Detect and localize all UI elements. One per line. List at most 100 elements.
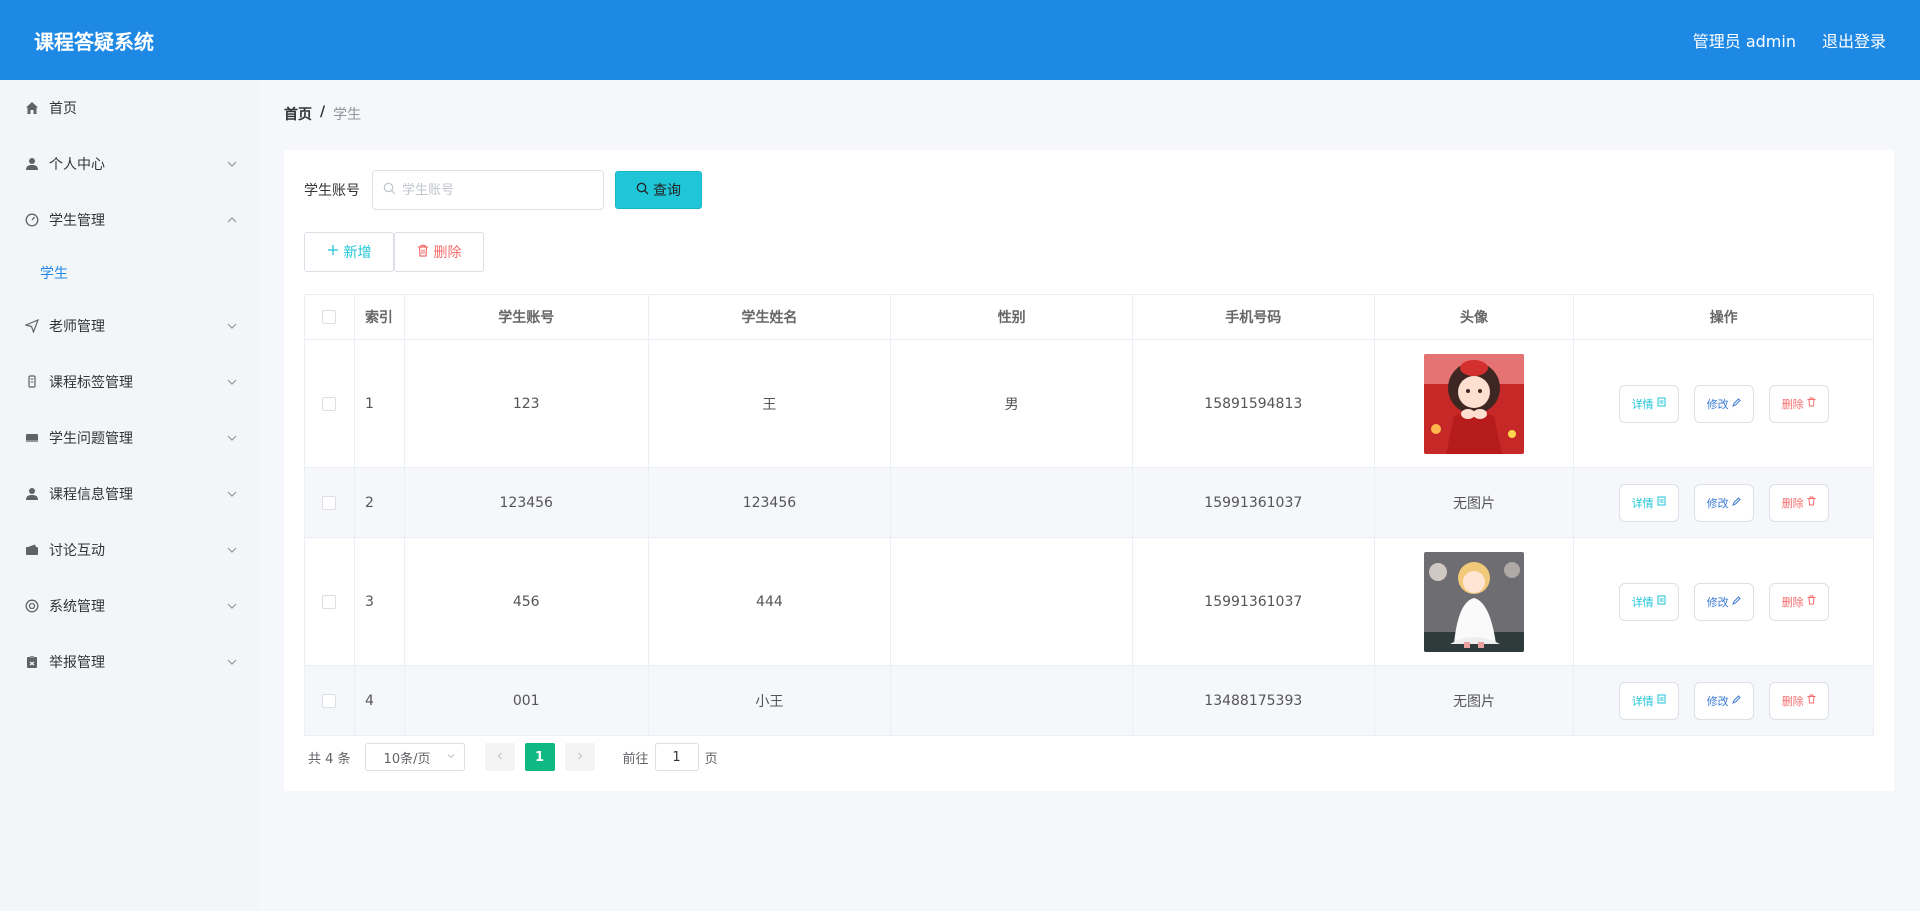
pencil-icon <box>1731 595 1741 608</box>
header-avatar: 头像 <box>1375 295 1575 339</box>
detail-button[interactable]: 详情 <box>1618 681 1679 720</box>
detail-button[interactable]: 详情 <box>1618 582 1679 621</box>
prev-page-button[interactable] <box>484 743 515 771</box>
row-checkbox[interactable] <box>322 396 337 411</box>
sidebar-item-label: 系统管理 <box>49 599 105 615</box>
app-title: 课程答疑系统 <box>34 29 154 54</box>
detail-label: 详情 <box>1631 595 1654 609</box>
cell-phone: 13488175393 <box>1133 666 1375 735</box>
sidebar-item-system-mgmt[interactable]: 系统管理 <box>0 578 258 634</box>
document-icon <box>1657 694 1666 707</box>
sidebar-item-home[interactable]: 首页 <box>0 80 258 136</box>
select-all-checkbox[interactable] <box>322 310 337 324</box>
cell-name: 王 <box>649 340 892 467</box>
header-index: 索引 <box>355 295 405 339</box>
sidebar-item-label: 首页 <box>49 101 77 117</box>
delete-label: 删除 <box>1781 397 1804 411</box>
plus-icon <box>327 244 339 260</box>
cell-actions: 详情 修改 删除 <box>1574 666 1873 735</box>
sidebar-item-student-mgmt[interactable]: 学生管理 <box>0 192 258 248</box>
avatar-image[interactable] <box>1424 353 1525 454</box>
edit-button[interactable]: 修改 <box>1693 582 1754 621</box>
row-checkbox[interactable] <box>322 495 337 510</box>
chevron-down-icon <box>226 488 238 500</box>
cell-index: 3 <box>355 538 405 665</box>
sidebar-subitem-student[interactable]: 学生 <box>0 248 258 298</box>
pencil-icon <box>1731 397 1741 410</box>
trash-icon <box>417 244 429 261</box>
avatar-image[interactable] <box>1424 551 1525 652</box>
send-icon <box>24 318 40 334</box>
ticket-icon <box>24 430 40 446</box>
add-button-label: 新增 <box>343 245 372 261</box>
detail-button[interactable]: 详情 <box>1618 384 1679 423</box>
tag-icon <box>24 374 40 390</box>
cell-name: 444 <box>649 538 892 665</box>
batch-delete-button[interactable]: 删除 <box>394 232 484 272</box>
sidebar-item-profile[interactable]: 个人中心 <box>0 136 258 192</box>
sidebar-item-teacher-mgmt[interactable]: 老师管理 <box>0 298 258 354</box>
sidebar-item-course-tag-mgmt[interactable]: 课程标签管理 <box>0 354 258 410</box>
page-size-select[interactable]: 10条/页 <box>364 743 465 771</box>
row-select-cell <box>305 468 355 537</box>
pagination: 共 4 条 10条/页 1 前往 页 <box>304 743 718 771</box>
search-input[interactable] <box>402 182 582 198</box>
chevron-down-icon <box>226 432 238 444</box>
sidebar-item-question-mgmt[interactable]: 学生问题管理 <box>0 410 258 466</box>
document-icon <box>1657 496 1666 509</box>
row-checkbox[interactable] <box>322 594 337 609</box>
sidebar-item-label: 举报管理 <box>49 655 105 671</box>
delete-label: 删除 <box>1781 694 1804 708</box>
chevron-down-icon <box>226 376 238 388</box>
header-right: 管理员 admin 退出登录 <box>1693 28 1886 52</box>
search-icon <box>383 182 396 199</box>
row-checkbox[interactable] <box>322 693 337 708</box>
cell-phone: 15991361037 <box>1133 538 1375 665</box>
search-icon <box>636 182 649 199</box>
delete-button[interactable]: 删除 <box>1768 483 1829 522</box>
breadcrumb-home[interactable]: 首页 <box>284 104 312 124</box>
table-row: 3 456 444 15991361037 详情 修改 删除 <box>305 538 1873 666</box>
page-number-current[interactable]: 1 <box>524 743 555 771</box>
cell-gender: 男 <box>891 340 1133 467</box>
table-row: 4 001 小王 13488175393 无图片 详情 修改 删除 <box>305 666 1873 735</box>
header-name: 学生姓名 <box>649 295 892 339</box>
detail-label: 详情 <box>1631 694 1654 708</box>
cell-actions: 详情 修改 删除 <box>1574 340 1873 467</box>
sidebar-item-label: 讨论互动 <box>49 543 105 559</box>
query-button[interactable]: 查询 <box>615 171 702 209</box>
table-row: 1 123 王 男 15891594813 详情 修改 删除 <box>305 340 1873 468</box>
delete-button[interactable]: 删除 <box>1768 582 1829 621</box>
add-button[interactable]: 新增 <box>304 232 394 272</box>
user-icon <box>24 156 40 172</box>
top-header: 课程答疑系统 管理员 admin 退出登录 <box>0 0 1920 80</box>
table-header: 索引 学生账号 学生姓名 性别 手机号码 头像 操作 <box>305 295 1873 340</box>
delete-button[interactable]: 删除 <box>1768 384 1829 423</box>
delete-label: 删除 <box>1781 496 1804 510</box>
search-box[interactable] <box>372 170 604 210</box>
pagination-total: 共 4 条 <box>308 751 351 767</box>
chevron-down-icon <box>226 656 238 668</box>
edit-button[interactable]: 修改 <box>1693 681 1754 720</box>
chevron-right-icon <box>575 750 585 765</box>
sidebar-item-report-mgmt[interactable]: 举报管理 <box>0 634 258 690</box>
row-actions: 详情 修改 删除 <box>1618 483 1829 522</box>
next-page-button[interactable] <box>564 743 595 771</box>
goto-page-input[interactable] <box>654 743 699 771</box>
delete-button[interactable]: 删除 <box>1768 681 1829 720</box>
row-actions: 详情 修改 删除 <box>1618 582 1829 621</box>
detail-button[interactable]: 详情 <box>1618 483 1679 522</box>
header-actions: 操作 <box>1709 310 1738 326</box>
cell-phone: 15991361037 <box>1133 468 1375 537</box>
goto-suffix: 页 <box>704 751 718 767</box>
edit-button[interactable]: 修改 <box>1693 384 1754 423</box>
edit-button[interactable]: 修改 <box>1693 483 1754 522</box>
sidebar-item-course-info-mgmt[interactable]: 课程信息管理 <box>0 466 258 522</box>
logout-link[interactable]: 退出登录 <box>1822 28 1886 52</box>
sidebar-item-discussion[interactable]: 讨论互动 <box>0 522 258 578</box>
breadcrumb-separator: / <box>320 104 326 120</box>
goto-prefix: 前往 <box>622 751 649 767</box>
settings-icon <box>24 598 40 614</box>
cell-account: 123456 <box>405 468 649 537</box>
breadcrumb-current: 学生 <box>333 107 362 123</box>
